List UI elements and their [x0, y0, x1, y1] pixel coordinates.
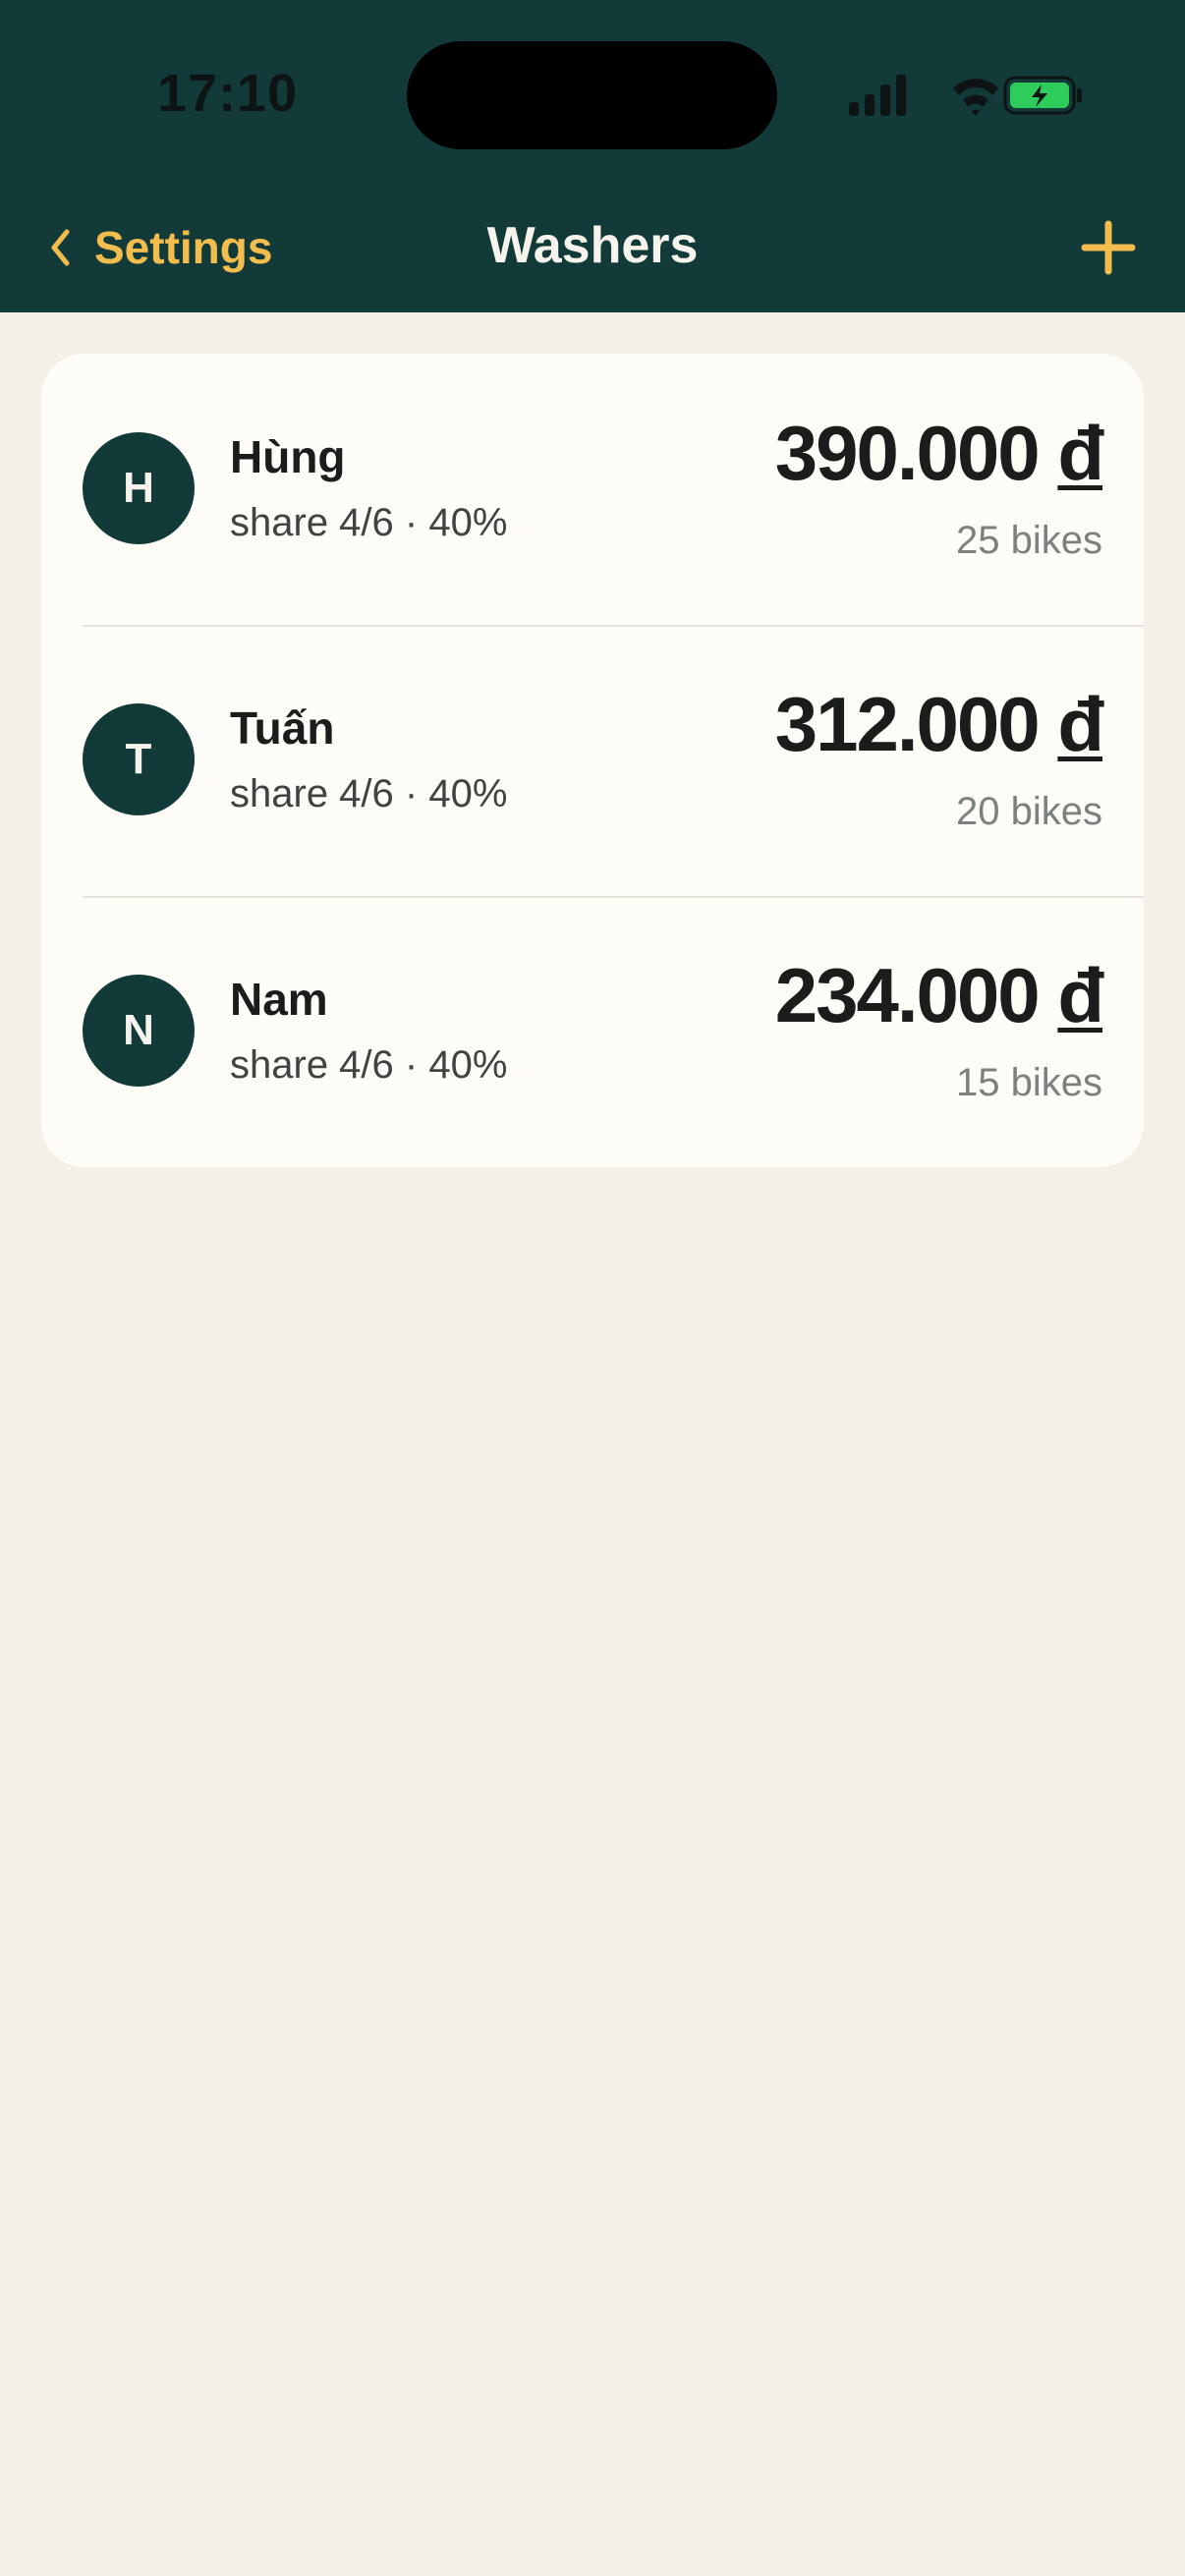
washer-name: Hùng — [230, 431, 346, 482]
navigation-header: 17:10 Settings Washers — [0, 0, 1185, 312]
washer-bike-count: 25 bikes — [956, 519, 1102, 562]
chevron-left-icon — [51, 229, 70, 266]
status-bar-icons — [849, 75, 1082, 116]
wifi-icon — [953, 79, 998, 116]
currency-symbol: đ — [1057, 410, 1104, 496]
avatar: T — [83, 703, 195, 815]
washer-share: share 4/6 · 40% — [230, 501, 508, 544]
washer-share: share 4/6 · 40% — [230, 1043, 508, 1087]
amount-value: 312.000 — [774, 681, 1041, 767]
currency-symbol: đ — [1057, 681, 1104, 767]
washer-share: share 4/6 · 40% — [230, 772, 508, 815]
washer-bike-count: 15 bikes — [956, 1061, 1102, 1104]
currency-symbol: đ — [1057, 952, 1104, 1038]
washer-row[interactable]: T Tuấn share 4/6 · 40% 312.000 đ 20 bike… — [41, 625, 1144, 896]
avatar: H — [83, 432, 195, 544]
amount-value: 234.000 — [774, 952, 1041, 1038]
dynamic-island — [407, 41, 777, 149]
back-button[interactable]: Settings — [49, 218, 272, 277]
back-button-label: Settings — [94, 222, 273, 273]
washers-list: H Hùng share 4/6 · 40% 390.000 đ 25 bike… — [41, 354, 1144, 1167]
washer-amount: 234.000 đ — [774, 951, 1104, 1040]
washer-row[interactable]: N Nam share 4/6 · 40% 234.000 đ 15 bikes — [41, 896, 1144, 1167]
amount-value: 390.000 — [774, 410, 1041, 496]
washer-row[interactable]: H Hùng share 4/6 · 40% 390.000 đ 25 bike… — [41, 354, 1144, 625]
add-washer-button[interactable] — [1079, 218, 1138, 277]
washer-bike-count: 20 bikes — [956, 790, 1102, 833]
washer-amount: 312.000 đ — [774, 680, 1104, 769]
washer-name: Nam — [230, 974, 328, 1025]
washer-amount: 390.000 đ — [774, 409, 1104, 498]
avatar: N — [83, 975, 195, 1087]
plus-icon — [1081, 220, 1136, 275]
washer-name: Tuấn — [230, 702, 335, 754]
battery-icon — [1003, 76, 1082, 115]
status-bar-time: 17:10 — [157, 64, 299, 123]
cellular-signal-icon — [849, 75, 906, 116]
